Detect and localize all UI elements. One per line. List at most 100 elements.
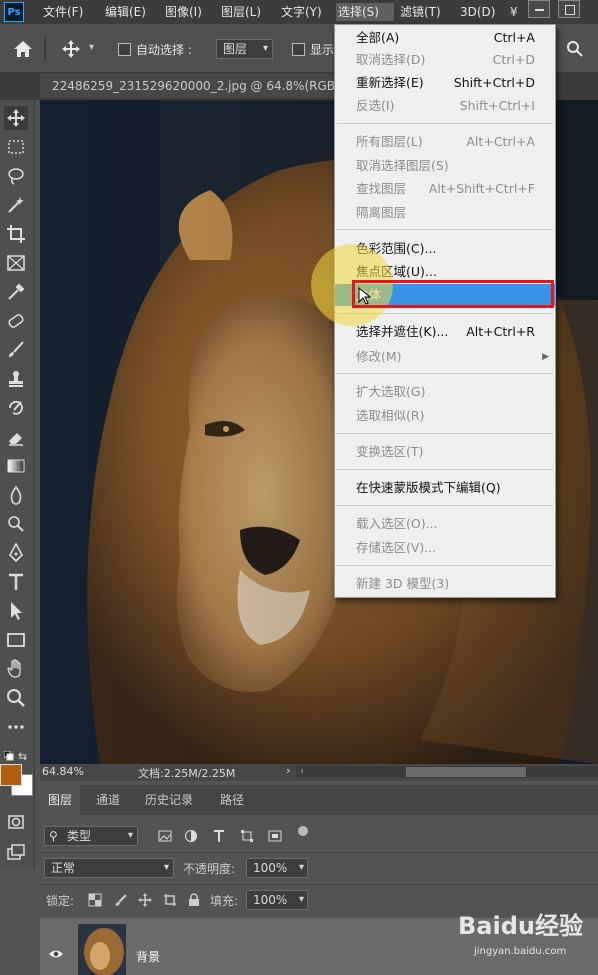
- menu-select[interactable]: 选择(S): [336, 3, 394, 21]
- show-transform-checkbox[interactable]: [292, 43, 305, 56]
- menu-item-transform-selection[interactable]: 变换选区(T): [335, 441, 555, 463]
- more-tools-icon[interactable]: [4, 715, 28, 739]
- zoom-tool-icon[interactable]: [4, 686, 28, 710]
- menu-item-inverse[interactable]: 反选(I) Shift+Ctrl+I: [335, 95, 555, 117]
- hand-tool-icon[interactable]: [4, 657, 28, 681]
- lock-transparent-icon[interactable]: [88, 893, 102, 907]
- menu-item-find-layers[interactable]: 查找图层 Alt+Shift+Ctrl+F: [335, 178, 555, 200]
- filter-adjustment-icon[interactable]: [184, 829, 198, 843]
- menu-item-load-selection[interactable]: 载入选区(O)...: [335, 513, 555, 535]
- menu-item-isolate-layers[interactable]: 隔离图层: [335, 202, 555, 224]
- tab-paths[interactable]: 路径: [212, 785, 252, 815]
- menu-bar: Ps 文件(F) 编辑(E) 图像(I) 图层(L) 文字(Y) 选择(S) 滤…: [0, 0, 598, 24]
- filter-shape-icon[interactable]: [240, 829, 254, 843]
- frame-tool-icon[interactable]: [4, 251, 28, 275]
- chevron-down-icon[interactable]: ▾: [89, 42, 94, 53]
- menu-more[interactable]: ¥: [508, 3, 520, 21]
- submenu-arrow-icon: ▶: [542, 352, 549, 362]
- menu-filter[interactable]: 滤镜(T): [398, 3, 443, 21]
- menu-file[interactable]: 文件(F): [41, 3, 85, 21]
- menu-item-save-selection[interactable]: 存储选区(V)...: [335, 537, 555, 559]
- rectangle-tool-icon[interactable]: [4, 628, 28, 652]
- layer-name[interactable]: 背景: [136, 948, 160, 965]
- tab-channels[interactable]: 通道: [88, 785, 128, 815]
- annotation-highlight-box: [352, 280, 554, 308]
- menu-item-select-all[interactable]: 全部(A) Ctrl+A: [335, 27, 555, 49]
- menu-image[interactable]: 图像(I): [163, 3, 204, 21]
- move-tool-icon[interactable]: [60, 38, 82, 60]
- screen-mode-icon[interactable]: [4, 840, 28, 864]
- filter-type-icon[interactable]: [212, 829, 226, 843]
- lock-artboard-icon[interactable]: [163, 893, 177, 907]
- lasso-tool-icon[interactable]: [4, 164, 28, 188]
- baidu-watermark: Baidu经验: [458, 912, 583, 940]
- move-tool-icon[interactable]: [4, 106, 28, 130]
- chevron-down-icon: ▾: [298, 894, 304, 905]
- chevron-right-icon[interactable]: ›: [286, 764, 290, 777]
- menu-item-similar[interactable]: 选取相似(R): [335, 405, 555, 427]
- filter-smart-object-icon[interactable]: [268, 829, 282, 843]
- menu-item-reselect[interactable]: 重新选择(E) Shift+Ctrl+D: [335, 72, 555, 94]
- lock-position-icon[interactable]: [138, 893, 152, 907]
- menu-item-select-and-mask[interactable]: 选择并遮住(K)... Alt+Ctrl+R: [335, 321, 555, 343]
- chevron-down-icon: ▾: [163, 862, 169, 873]
- layer-filter-select[interactable]: ⚲ 类型 ▾: [44, 826, 138, 846]
- fill-value: 100%: [253, 893, 288, 907]
- type-tool-icon[interactable]: [4, 570, 28, 594]
- menu-item-new-3d-model[interactable]: 新建 3D 模型(3): [335, 573, 555, 595]
- menu-item-deselect[interactable]: 取消选择(D) Ctrl+D: [335, 49, 555, 71]
- menu-item-deselect-layers[interactable]: 取消选择图层(S): [335, 155, 555, 177]
- show-transform-label: 显示: [310, 43, 335, 57]
- menu-edit[interactable]: 编辑(E): [103, 3, 148, 21]
- pen-tool-icon[interactable]: [4, 541, 28, 565]
- zoom-level[interactable]: 64.84%: [42, 765, 84, 778]
- quick-mask-icon[interactable]: [4, 810, 28, 834]
- gradient-tool-icon[interactable]: [4, 454, 28, 478]
- menu-type[interactable]: 文字(Y): [279, 3, 324, 21]
- menu-item-modify[interactable]: 修改(M) ▶: [335, 346, 555, 368]
- tab-history[interactable]: 历史记录: [137, 785, 201, 815]
- blend-mode-select[interactable]: 正常 ▾: [44, 858, 174, 878]
- blur-tool-icon[interactable]: [4, 483, 28, 507]
- filter-toggle[interactable]: [298, 826, 308, 836]
- opacity-input[interactable]: 100% ▾: [246, 858, 308, 878]
- foreground-color-swatch[interactable]: [0, 764, 22, 786]
- history-brush-icon[interactable]: [4, 396, 28, 420]
- search-icon[interactable]: [566, 40, 584, 58]
- menu-3d[interactable]: 3D(D): [458, 3, 497, 21]
- path-selection-icon[interactable]: [4, 599, 28, 623]
- scrollbar-thumb[interactable]: [406, 767, 526, 777]
- opacity-label: 不透明度:: [183, 862, 236, 876]
- auto-select-checkbox[interactable]: [118, 43, 131, 56]
- brush-tool-icon[interactable]: [4, 338, 28, 362]
- menu-layer[interactable]: 图层(L): [219, 3, 263, 21]
- menu-item-all-layers[interactable]: 所有图层(L) Alt+Ctrl+A: [335, 131, 555, 153]
- filter-pixel-icon[interactable]: [158, 829, 172, 843]
- document-tab[interactable]: 22486259_231529620000_2.jpg @ 64.8%(RGB: [40, 74, 336, 98]
- auto-select-target-select[interactable]: 图层 ▾: [216, 39, 273, 59]
- tab-layers[interactable]: 图层: [40, 785, 81, 815]
- magic-wand-icon[interactable]: [4, 193, 28, 217]
- home-icon[interactable]: [12, 38, 34, 60]
- crop-tool-icon[interactable]: [4, 222, 28, 246]
- swap-colors-icon[interactable]: ⇆: [18, 750, 27, 763]
- marquee-tool-icon[interactable]: [4, 135, 28, 159]
- eyedropper-icon[interactable]: [4, 280, 28, 304]
- lock-pixels-icon[interactable]: [114, 893, 128, 907]
- clone-stamp-icon[interactable]: [4, 367, 28, 391]
- minimize-button[interactable]: [528, 0, 550, 18]
- lock-all-icon[interactable]: [187, 893, 201, 907]
- maximize-button[interactable]: [558, 0, 580, 18]
- healing-brush-icon[interactable]: [4, 309, 28, 333]
- photoshop-logo-icon: Ps: [4, 2, 24, 22]
- layer-filter-value: 类型: [67, 829, 92, 843]
- eye-icon[interactable]: [48, 948, 64, 960]
- eraser-tool-icon[interactable]: [4, 425, 28, 449]
- fill-input[interactable]: 100% ▾: [246, 890, 308, 910]
- blend-mode-value: 正常: [51, 861, 76, 875]
- dodge-tool-icon[interactable]: [4, 512, 28, 536]
- scroll-left-icon[interactable]: ‹: [300, 766, 304, 777]
- menu-item-grow[interactable]: 扩大选取(G): [335, 381, 555, 403]
- menu-item-quick-mask[interactable]: 在快速蒙版模式下编辑(Q): [335, 477, 555, 499]
- default-colors-icon[interactable]: [3, 750, 14, 761]
